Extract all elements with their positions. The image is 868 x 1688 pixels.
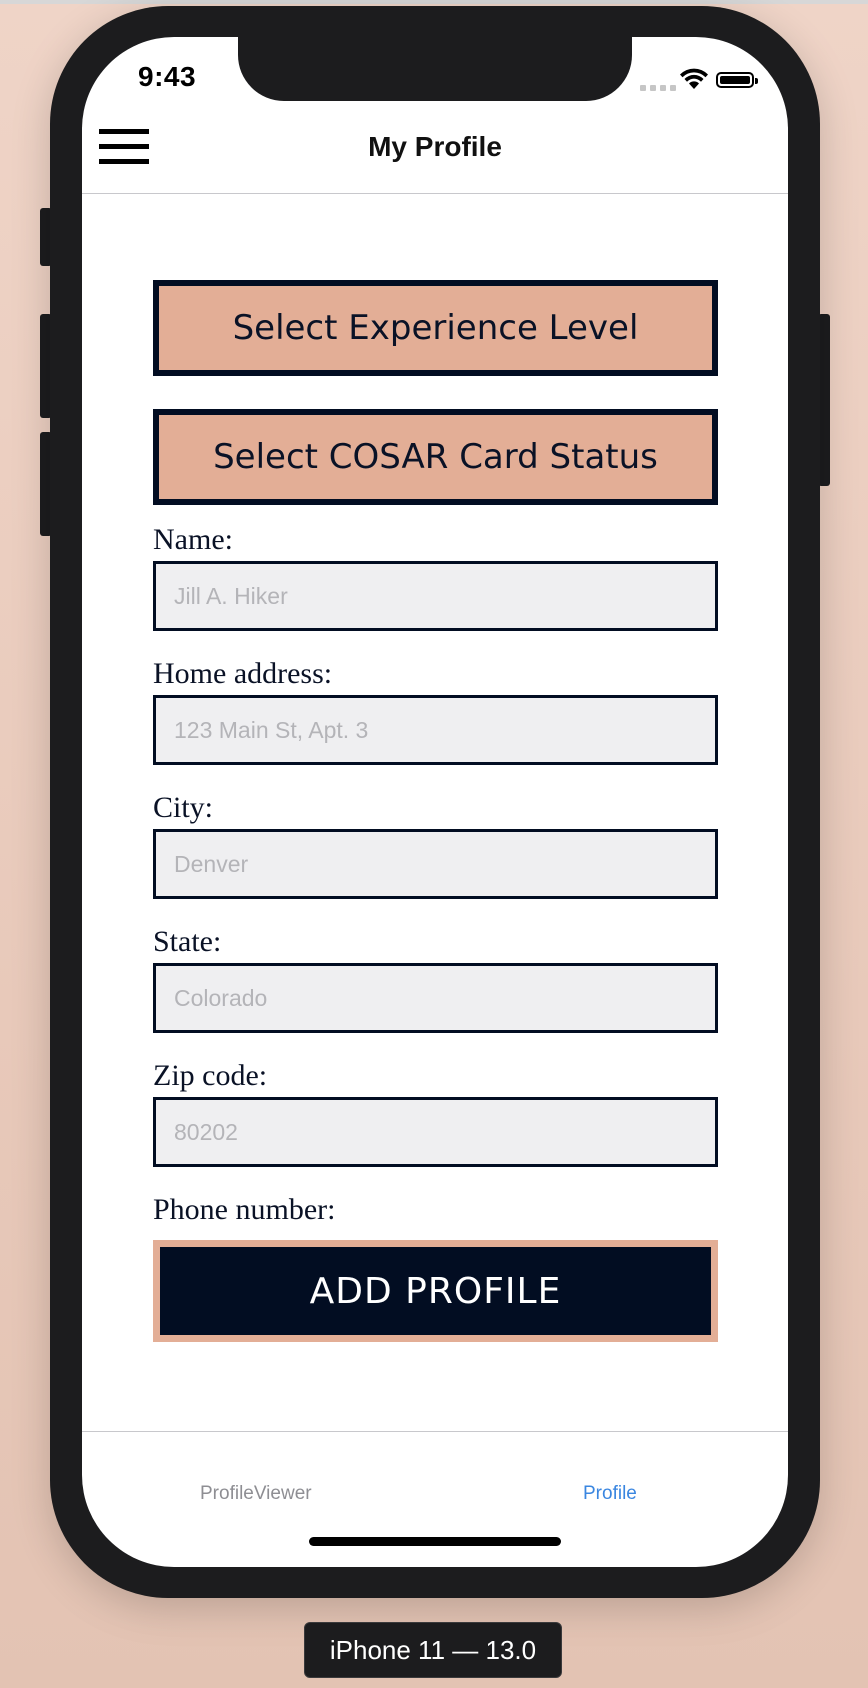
- state-label: State:: [153, 925, 222, 958]
- home-indicator[interactable]: [309, 1537, 561, 1546]
- device-label: iPhone 11 — 13.0: [304, 1622, 562, 1678]
- cellular-signal-icon: [640, 85, 676, 91]
- name-input[interactable]: [153, 561, 718, 631]
- battery-icon: [716, 72, 758, 88]
- tab-profile[interactable]: Profile: [583, 1483, 637, 1505]
- wifi-icon: [680, 68, 708, 89]
- simulator-top-edge: [0, 0, 868, 4]
- notch: [238, 37, 632, 101]
- add-profile-button[interactable]: ADD PROFILE: [153, 1240, 718, 1342]
- nav-divider: [82, 193, 788, 194]
- tab-bar-divider: [82, 1431, 788, 1432]
- select-cosar-card-status-button[interactable]: Select COSAR Card Status: [153, 409, 718, 505]
- city-label: City:: [153, 791, 214, 824]
- select-experience-level-button[interactable]: Select Experience Level: [153, 280, 718, 376]
- zip-code-input[interactable]: [153, 1097, 718, 1167]
- phone-frame: 9:43 My Profile Select Experience Level …: [50, 6, 820, 1598]
- home-address-input[interactable]: [153, 695, 718, 765]
- home-address-label: Home address:: [153, 657, 333, 690]
- city-input[interactable]: [153, 829, 718, 899]
- zip-code-label: Zip code:: [153, 1059, 268, 1092]
- name-label: Name:: [153, 523, 233, 556]
- phone-screen: 9:43 My Profile Select Experience Level …: [82, 37, 788, 1567]
- state-input[interactable]: [153, 963, 718, 1033]
- phone-number-label: Phone number:: [153, 1193, 336, 1226]
- page-title: My Profile: [368, 131, 502, 162]
- status-time: 9:43: [138, 61, 197, 92]
- tab-profileviewer[interactable]: ProfileViewer: [200, 1483, 312, 1505]
